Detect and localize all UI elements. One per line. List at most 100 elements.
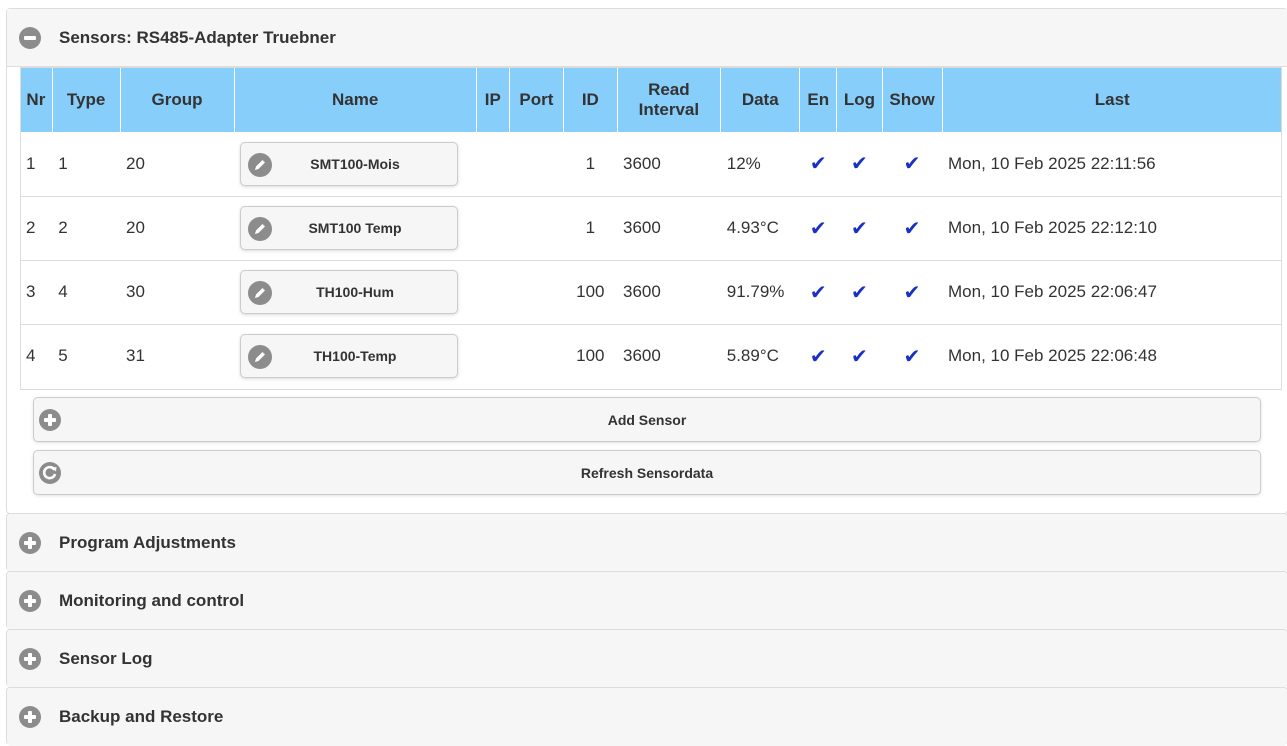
col-name: Name <box>234 67 477 132</box>
cell-last: Mon, 10 Feb 2025 22:11:56 <box>948 153 1156 173</box>
cell-group: 30 <box>126 282 145 301</box>
col-type: Type <box>52 67 121 132</box>
section-header[interactable]: Monitoring and control <box>7 572 1287 630</box>
sensors-panel-header[interactable]: Sensors: RS485-Adapter Truebner <box>7 9 1287 67</box>
pencil-icon <box>248 281 272 305</box>
table-row: 3 4 30 TH100-Hum 100 3600 91.79% ✔ ✔ ✔ M… <box>20 260 1282 324</box>
checkmark-icon: ✔ <box>903 153 921 176</box>
cell-type: 2 <box>58 218 68 237</box>
col-log: Log <box>836 67 883 132</box>
cell-port <box>509 260 563 324</box>
cell-last: Mon, 10 Feb 2025 22:06:48 <box>948 346 1157 366</box>
cell-interval: 3600 <box>623 218 661 237</box>
section-header[interactable]: Sensor Log <box>7 630 1287 688</box>
table-row: 4 5 31 TH100-Temp 100 3600 5.89°C ✔ ✔ ✔ … <box>20 324 1282 388</box>
col-show: Show <box>882 67 943 132</box>
checkmark-icon: ✔ <box>809 281 827 304</box>
pencil-icon <box>248 152 272 177</box>
plus-circle-icon <box>19 706 41 728</box>
cell-nr: 2 <box>26 218 36 237</box>
cell-group: 31 <box>126 346 145 366</box>
col-data: Data <box>720 67 801 132</box>
cell-nr: 4 <box>26 346 36 366</box>
cell-port <box>509 132 563 196</box>
cell-name: SMT100-Mois <box>234 132 476 196</box>
edit-sensor-button[interactable]: TH100-Hum <box>240 270 458 314</box>
pencil-icon <box>248 217 272 241</box>
cell-ip <box>476 196 509 260</box>
table-row: 2 2 20 SMT100 Temp 1 3600 4.93°C ✔ ✔ ✔ M… <box>20 196 1282 260</box>
section-title: Sensor Log <box>59 649 153 668</box>
section-program-adjustments: Program Adjustments <box>6 513 1287 572</box>
table-row: 1 1 20 SMT100-Mois 1 3600 12% ✔ ✔ ✔ Mon,… <box>20 132 1282 196</box>
col-read-interval: Read Interval <box>617 67 722 132</box>
col-nr: Nr <box>20 67 53 132</box>
cell-id: 100 <box>576 346 605 366</box>
cell-name: TH100-Temp <box>234 324 476 388</box>
cell-id: 100 <box>576 282 605 301</box>
cell-data: 91.79% <box>726 282 785 301</box>
checkmark-icon: ✔ <box>903 345 921 368</box>
checkmark-icon: ✔ <box>809 153 827 176</box>
checkmark-icon: ✔ <box>903 281 921 304</box>
cell-ip <box>476 324 509 388</box>
cell-type: 4 <box>58 282 68 301</box>
cell-ip <box>476 132 509 196</box>
minus-circle-icon <box>19 26 41 49</box>
col-id: ID <box>563 67 618 132</box>
section-sensor-log: Sensor Log <box>6 629 1287 688</box>
edit-sensor-button[interactable]: TH100-Temp <box>240 334 458 379</box>
checkmark-icon: ✔ <box>851 153 868 176</box>
checkmark-icon: ✔ <box>851 217 868 240</box>
checkmark-icon: ✔ <box>851 281 868 304</box>
cell-port <box>509 324 563 388</box>
col-last: Last <box>1094 89 1130 109</box>
plus-circle-icon <box>19 590 41 612</box>
plus-circle-icon <box>19 648 41 670</box>
edit-sensor-button[interactable]: SMT100-Mois <box>240 141 458 186</box>
plus-circle-icon <box>19 532 41 554</box>
col-group: Group <box>120 67 235 132</box>
section-header[interactable]: Backup and Restore <box>7 688 1287 746</box>
cell-nr: 1 <box>26 153 36 173</box>
checkmark-icon: ✔ <box>903 217 921 240</box>
add-sensor-button[interactable]: Add Sensor <box>33 397 1261 442</box>
cell-interval: 3600 <box>623 346 661 366</box>
cell-id: 1 <box>585 218 596 237</box>
refresh-sensordata-button[interactable]: Refresh Sensordata <box>33 450 1261 495</box>
pencil-icon <box>248 345 272 370</box>
cell-interval: 3600 <box>623 153 661 173</box>
plus-circle-icon <box>39 409 61 431</box>
sensors-table-header: Nr Type Group Name IP Port ID Read Interv… <box>20 67 1282 132</box>
col-en: En <box>799 67 838 132</box>
sensors-panel-title: Sensors: RS485-Adapter Truebner <box>59 27 336 47</box>
section-title: Program Adjustments <box>59 533 236 552</box>
section-title: Backup and Restore <box>59 707 224 726</box>
cell-type: 5 <box>58 346 68 366</box>
checkmark-icon: ✔ <box>851 345 868 368</box>
refresh-icon <box>39 462 61 484</box>
cell-name: SMT100 Temp <box>234 196 476 260</box>
cell-port <box>509 196 563 260</box>
cell-data: 4.93°C <box>726 218 779 237</box>
section-header[interactable]: Program Adjustments <box>7 514 1287 572</box>
refresh-label: Refresh Sensordata <box>580 464 714 481</box>
cell-name: TH100-Hum <box>234 260 476 324</box>
cell-group: 20 <box>126 153 145 173</box>
cell-nr: 3 <box>26 282 36 301</box>
cell-data: 5.89°C <box>726 346 779 366</box>
cell-id: 1 <box>585 153 596 173</box>
add-sensor-label: Add Sensor <box>607 411 687 428</box>
sensors-table: Nr Type Group Name IP Port ID Read Interv… <box>20 67 1282 388</box>
cell-ip <box>476 260 509 324</box>
col-ip: IP <box>476 67 510 132</box>
edit-sensor-button[interactable]: SMT100 Temp <box>240 206 458 250</box>
cell-group: 20 <box>126 218 145 237</box>
cell-last: Mon, 10 Feb 2025 22:06:47 <box>948 282 1157 301</box>
checkmark-icon: ✔ <box>809 345 827 368</box>
cell-interval: 3600 <box>623 282 661 301</box>
cell-data: 12% <box>726 153 761 173</box>
checkmark-icon: ✔ <box>809 217 827 240</box>
section-backup-and-restore: Backup and Restore <box>6 687 1287 746</box>
section-monitoring-and-control: Monitoring and control <box>6 571 1287 630</box>
